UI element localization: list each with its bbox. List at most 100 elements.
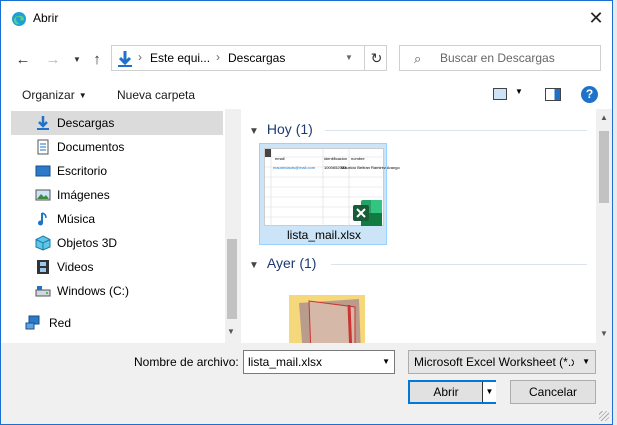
dialog-footer: Nombre de archivo: lista_mail.xlsx ▼ Mic… <box>1 343 612 424</box>
breadcrumb-this-pc[interactable]: Este equi... <box>150 51 210 65</box>
sidebar-item-descargas[interactable]: Descargas <box>11 111 223 135</box>
preview-pane-icon[interactable] <box>545 88 561 101</box>
sidebar-item-label: Documentos <box>57 140 125 154</box>
open-options-chevron-icon[interactable]: ▼ <box>482 382 496 402</box>
open-file-dialog: Abrir ✕ ← → ▼ ↑ › Este equi... › Descarg… <box>0 0 613 425</box>
group-header-today[interactable]: ▼ Hoy (1) <box>249 121 313 137</box>
cancel-button[interactable]: Cancelar <box>510 380 596 404</box>
title-bar: Abrir ✕ <box>1 1 612 35</box>
file-type-filter[interactable]: Microsoft Excel Worksheet (*.xl ▼ <box>408 350 596 374</box>
breadcrumb-downloads[interactable]: Descargas <box>228 51 285 65</box>
navigation-pane: Descargas Documentos Escritorio Imágenes… <box>1 109 239 343</box>
organize-label: Organizar <box>22 88 75 102</box>
change-view-icon[interactable] <box>493 88 507 100</box>
scroll-down-icon[interactable]: ▼ <box>227 327 235 336</box>
scroll-up-icon[interactable]: ▲ <box>600 113 608 122</box>
new-folder-button[interactable]: Nueva carpeta <box>117 88 195 102</box>
sidebar-item-objetos-3d[interactable]: Objetos 3D <box>11 231 223 255</box>
chevron-down-icon: ▼ <box>582 357 590 366</box>
view-options-chevron-icon[interactable]: ▼ <box>515 87 523 96</box>
background-window-strip <box>613 0 617 425</box>
chevron-down-icon: ▼ <box>78 91 87 101</box>
file-type-value: Microsoft Excel Worksheet (*.xl <box>414 355 574 369</box>
search-placeholder: Buscar en Descargas <box>440 51 555 65</box>
music-note-icon <box>38 212 47 226</box>
filename-label: Nombre de archivo: <box>134 355 239 369</box>
picture-icon <box>35 189 51 201</box>
thumb-cell-email: mauriedauts@mail.com <box>273 165 316 170</box>
scrollbar-thumb[interactable] <box>227 239 237 319</box>
forward-button[interactable]: → <box>43 49 63 69</box>
file-list-scrollbar[interactable]: ▲ ▼ <box>596 109 612 343</box>
refresh-icon: ↻ <box>370 49 383 66</box>
open-button-label: Abrir <box>433 385 459 399</box>
address-bar[interactable]: › Este equi... › Descargas ▼ ↻ <box>111 45 387 71</box>
sidebar-item-label: Música <box>57 212 96 226</box>
search-icon: ⌕ <box>414 51 422 66</box>
filename-input[interactable]: lista_mail.xlsx ▼ <box>243 350 395 374</box>
breadcrumb-separator-icon: › <box>138 50 142 64</box>
organize-button[interactable]: Organizar ▼ <box>22 88 87 102</box>
filename-value: lista_mail.xlsx <box>248 355 323 369</box>
thumb-cell-name: Mauricio Beltran Ramirez Arango <box>341 165 400 170</box>
file-item-lista-mail[interactable]: email identificacion nombre mauriedauts@… <box>259 143 400 245</box>
group-label: Ayer (1) <box>266 255 317 271</box>
sidebar-item-documentos[interactable]: Documentos <box>11 135 223 159</box>
download-arrow-icon <box>118 51 132 67</box>
edge-browser-icon <box>12 12 26 26</box>
sidebar-item-windows-c[interactable]: Windows (C:) <box>11 279 223 303</box>
group-divider <box>331 264 587 265</box>
thumb-header-name: nombre <box>351 156 365 161</box>
file-name: lista_mail.xlsx <box>286 228 361 242</box>
sidebar-item-label: Windows (C:) <box>57 284 130 298</box>
chevron-down-icon[interactable]: ▼ <box>382 357 390 366</box>
arrow-right-icon: → <box>45 50 61 68</box>
resize-grip-icon[interactable] <box>599 411 609 421</box>
chevron-down-icon: ▼ <box>249 260 259 271</box>
sidebar-item-label: Objetos 3D <box>57 236 118 250</box>
thumb-header-email: email <box>275 156 285 161</box>
dialog-title: Abrir <box>33 11 59 25</box>
close-button[interactable]: ✕ <box>584 7 608 29</box>
sidebar-item-imagenes[interactable]: Imágenes <box>11 183 223 207</box>
document-icon <box>37 139 49 155</box>
sidebar-item-videos[interactable]: Videos <box>11 255 223 279</box>
excel-icon <box>353 200 382 226</box>
sidebar-item-escritorio[interactable]: Escritorio <box>11 159 223 183</box>
sidebar-item-red[interactable]: Red <box>1 311 225 335</box>
chevron-down-icon: ▼ <box>73 54 81 64</box>
navigation-bar: ← → ▼ ↑ › Este equi... › Descargas ▼ ↻ ⌕… <box>1 35 612 81</box>
film-icon <box>37 260 49 274</box>
arrow-left-icon: ← <box>15 50 31 68</box>
breadcrumb-separator-icon: › <box>216 50 220 64</box>
download-arrow-icon <box>37 116 49 130</box>
refresh-button[interactable]: ↻ <box>364 46 388 70</box>
spreadsheet-thumbnail: email identificacion nombre mauriedauts@… <box>264 148 400 227</box>
file-list: ▼ Hoy (1) email identificacion nombre mau… <box>241 109 612 343</box>
sidebar-item-label: Descargas <box>57 116 115 130</box>
thumb-header-id: identificacion <box>324 156 348 161</box>
sidebar-item-label: Imágenes <box>57 188 110 202</box>
folder-thumbnail-icon[interactable] <box>289 295 365 343</box>
group-header-yesterday[interactable]: ▼ Ayer (1) <box>249 255 316 271</box>
recent-locations-button[interactable]: ▼ <box>67 49 87 69</box>
command-toolbar: Organizar ▼ Nueva carpeta ▼ ? <box>1 81 612 109</box>
up-button[interactable]: ↑ <box>87 49 107 69</box>
address-history-chevron-icon[interactable]: ▼ <box>345 53 353 62</box>
desktop-icon <box>35 165 51 177</box>
sidebar-item-label: Videos <box>57 260 94 274</box>
search-box[interactable]: ⌕ Buscar en Descargas <box>399 45 601 71</box>
cube-icon <box>35 235 51 251</box>
sidebar-scrollbar[interactable]: ▼ <box>225 109 239 343</box>
scrollbar-thumb[interactable] <box>599 131 609 203</box>
group-label: Hoy (1) <box>266 121 313 137</box>
sidebar-item-label: Escritorio <box>57 164 108 178</box>
close-icon: ✕ <box>588 7 604 28</box>
network-icon <box>25 315 40 330</box>
open-button[interactable]: Abrir ▼ <box>408 380 496 404</box>
back-button[interactable]: ← <box>13 49 33 69</box>
sidebar-item-musica[interactable]: Música <box>11 207 223 231</box>
help-icon[interactable]: ? <box>581 86 598 103</box>
scroll-down-icon[interactable]: ▼ <box>600 329 608 338</box>
sidebar-item-label: Red <box>49 316 72 330</box>
